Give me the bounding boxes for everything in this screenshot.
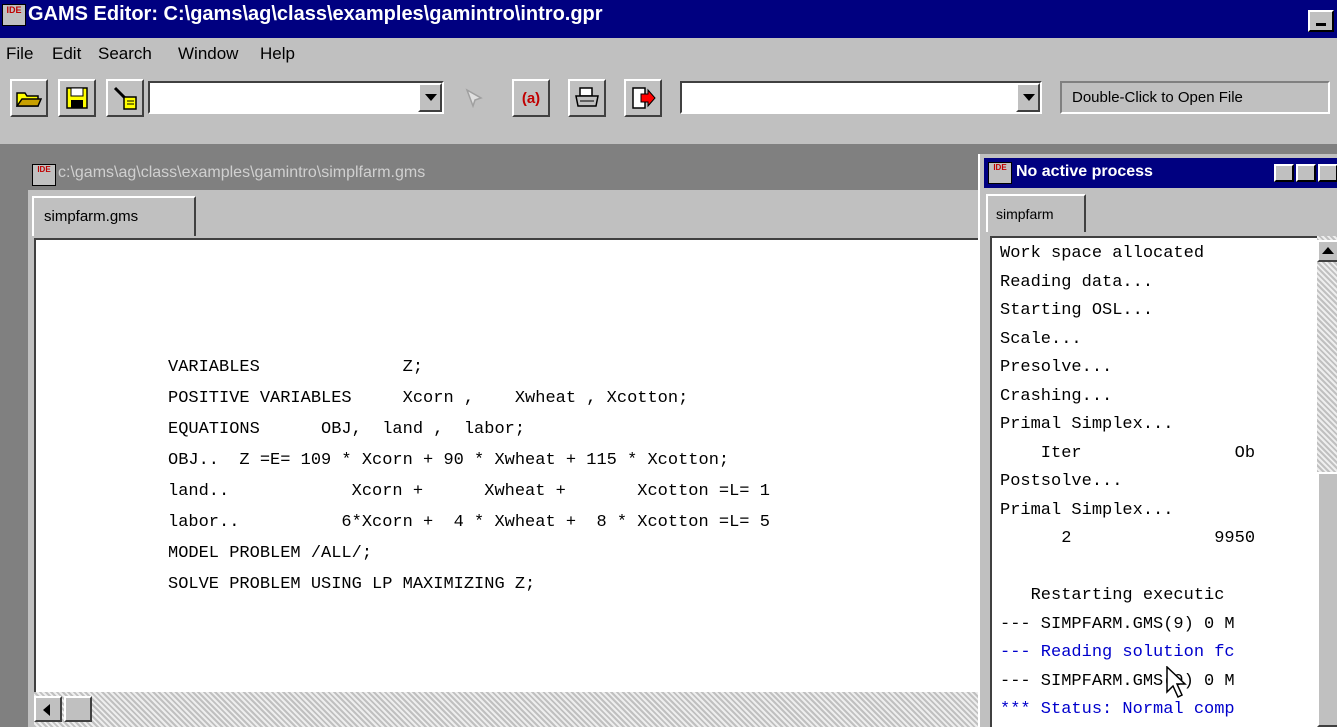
save-disk-icon <box>66 87 88 109</box>
log-line: Postsolve... <box>1000 472 1123 491</box>
log-line: Primal Simplex... <box>1000 500 1174 520</box>
log-line: Primal Simplex... <box>1000 415 1174 434</box>
code-line: SOLVE PROBLEM USING LP MAXIMIZING Z; <box>168 575 536 594</box>
code-line: EQUATIONS OBJ, land , labor; <box>168 420 526 439</box>
minimize-button[interactable] <box>1274 164 1294 182</box>
print-button[interactable] <box>568 79 606 117</box>
code-line: OBJ.. Z =E= 109 * Xcorn + 90 * Xwheat + … <box>168 451 730 470</box>
code-line: VARIABLES Z; <box>168 358 424 377</box>
scroll-thumb[interactable] <box>1317 472 1337 727</box>
model-a-button[interactable]: (a) <box>512 79 550 117</box>
horizontal-scrollbar[interactable] <box>34 692 988 727</box>
chevron-down-icon[interactable] <box>418 83 442 112</box>
app-icon[interactable]: IDE <box>2 4 26 26</box>
log-line: Presolve... <box>1000 358 1113 377</box>
log-line: *** Status: Normal comp <box>1000 700 1235 719</box>
log-line: Starting OSL... <box>1000 301 1154 320</box>
maximize-button[interactable] <box>1296 164 1316 182</box>
menu-bar: File Edit Search Window Help <box>0 38 1337 70</box>
process-log[interactable]: Work space allocated Reading data... Start… <box>990 236 1317 727</box>
log-line: Crashing... <box>1000 386 1113 406</box>
open-folder-icon <box>16 92 42 107</box>
menu-window[interactable]: Window <box>178 44 238 64</box>
tab-simpfarm-gms[interactable]: simpfarm.gms <box>32 196 196 236</box>
menu-edit[interactable]: Edit <box>52 44 81 64</box>
menu-help[interactable]: Help <box>260 44 295 64</box>
run-icon <box>113 86 137 110</box>
editor-title: c:\gams\ag\class\examples\gamintro\simpl… <box>58 164 426 181</box>
title-bar: IDE GAMS Editor: C:\gams\ag\class\exampl… <box>0 0 1337 38</box>
scroll-left-icon[interactable] <box>34 696 62 722</box>
model-combo[interactable] <box>148 81 444 114</box>
log-line: Restarting executic <box>1000 586 1225 605</box>
vertical-scrollbar[interactable] <box>1317 236 1337 727</box>
exit-button[interactable] <box>624 79 662 117</box>
pointer-icon <box>465 88 483 109</box>
print-icon <box>575 87 599 107</box>
process-title: No active process <box>1016 163 1153 180</box>
toolbar: (a) Double-Click to Open File <box>0 70 1337 146</box>
ide-icon: IDE <box>32 164 56 186</box>
chevron-down-icon[interactable] <box>1016 83 1040 112</box>
log-line: Iter Ob <box>1000 443 1256 463</box>
find-button[interactable] <box>456 79 494 117</box>
menu-search[interactable]: Search <box>98 44 152 64</box>
exit-icon <box>632 87 656 109</box>
menu-file[interactable]: File <box>6 44 33 64</box>
close-button[interactable] <box>1318 164 1337 182</box>
minimize-button[interactable] <box>1308 10 1334 32</box>
log-line: 2 9950 <box>1000 529 1256 548</box>
code-line: MODEL PROBLEM /ALL/; <box>168 544 373 563</box>
log-line: Reading data... <box>1000 272 1154 292</box>
log-line: Scale... <box>1000 329 1082 349</box>
file-combo[interactable] <box>680 81 1042 114</box>
scroll-up-icon[interactable] <box>1317 240 1337 262</box>
process-title-bar[interactable]: IDE No active process <box>984 158 1337 188</box>
log-line: --- SIMPFARM.GMS(9) 0 M <box>1000 614 1235 634</box>
mouse-cursor-icon <box>1166 666 1187 699</box>
window-title: GAMS Editor: C:\gams\ag\class\examples\g… <box>28 3 603 25</box>
log-line: --- SIMPFARM.GMS(9) 0 M <box>1000 671 1235 691</box>
ide-icon: IDE <box>988 162 1012 184</box>
editor-title-bar[interactable]: IDE c:\gams\ag\class\examples\gamintro\s… <box>28 158 988 190</box>
log-line: --- Reading solution fc <box>1000 643 1235 662</box>
save-button[interactable] <box>58 79 96 117</box>
code-line: land.. Xcorn + Xwheat + Xcotton =L= 1 <box>168 482 770 501</box>
scroll-thumb[interactable] <box>64 696 92 722</box>
code-editor[interactable]: VARIABLES Z; POSITIVE VARIABLES Xcorn , … <box>34 238 988 692</box>
open-folder-button[interactable] <box>10 79 48 117</box>
process-window: IDE No active process simpfarm Work spac… <box>978 154 1337 727</box>
tab-simpfarm[interactable]: simpfarm <box>986 194 1086 232</box>
editor-window: IDE c:\gams\ag\class\examples\gamintro\s… <box>28 158 988 727</box>
log-line: Work space allocated <box>1000 244 1205 263</box>
code-line: POSITIVE VARIABLES Xcorn , Xwheat , Xcot… <box>168 389 689 408</box>
run-button[interactable] <box>106 79 144 117</box>
code-line: labor.. 6*Xcorn + 4 * Xwheat + 8 * Xcott… <box>168 513 770 532</box>
status-panel: Double-Click to Open File <box>1060 81 1330 114</box>
